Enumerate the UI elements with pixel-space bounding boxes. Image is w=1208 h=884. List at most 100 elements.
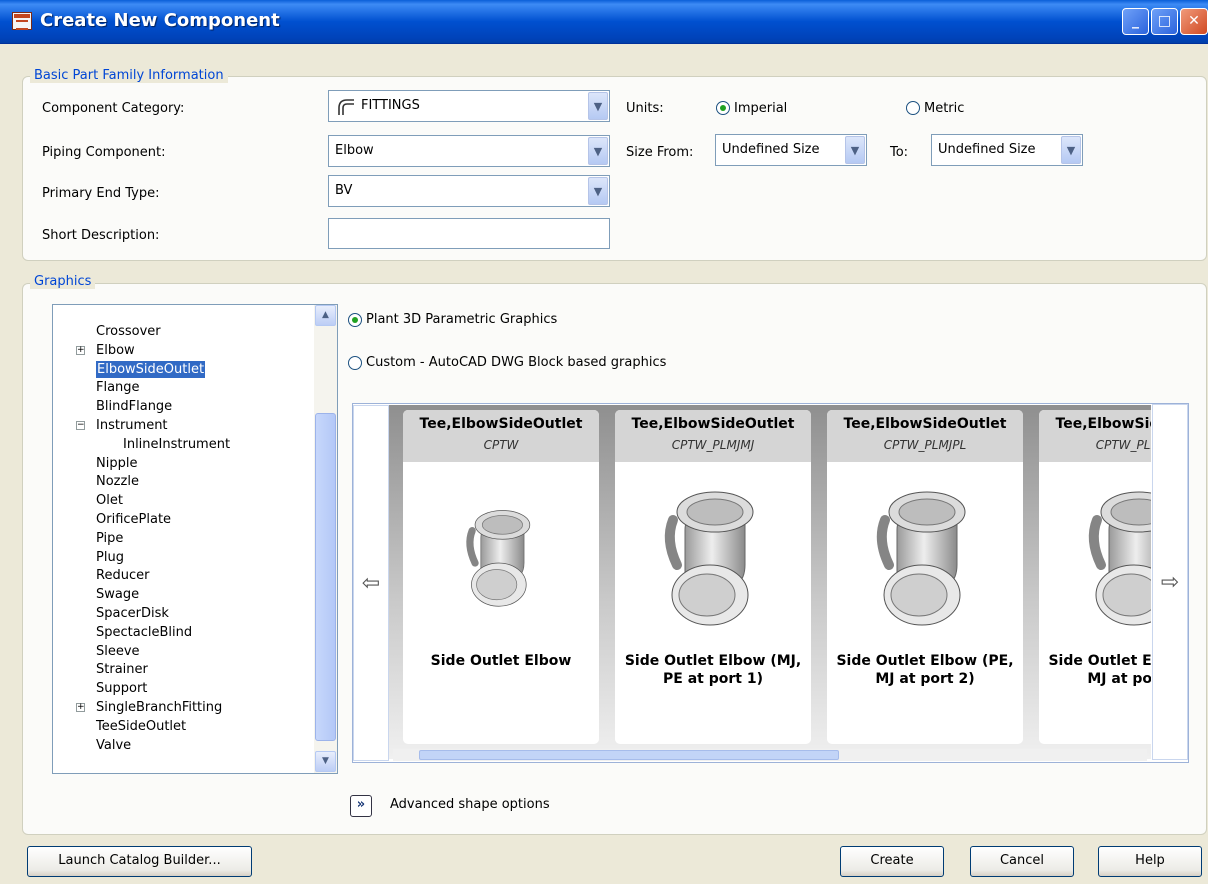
card-code: CPTW_PLMJMJ	[671, 438, 755, 452]
card-title: Tee,ElbowSideOutlet	[631, 416, 795, 432]
parametric-graphics-radio[interactable]	[348, 313, 362, 327]
gallery-hscrollbar[interactable]	[393, 749, 1147, 761]
window-title: Create New Component	[40, 10, 280, 31]
units-imperial-label[interactable]: Imperial	[734, 101, 787, 116]
size-from-value: Undefined Size	[722, 142, 820, 157]
size-to-combo[interactable]: Undefined Size ▼	[931, 134, 1083, 166]
prev-arrow-icon[interactable]: ⇦	[353, 405, 389, 761]
card-header: Tee,ElbowSideOutlet CPTW	[403, 410, 599, 462]
card-header: Tee,ElbowSideOutlet CPTW_PLMJMJ	[615, 410, 811, 462]
chevron-down-icon[interactable]: ▼	[588, 137, 608, 165]
chevron-down-icon[interactable]: ▼	[845, 136, 865, 164]
tree-item[interactable]: TeeSideOutlet	[96, 718, 186, 735]
short-description-label: Short Description:	[42, 228, 160, 243]
chevron-down-icon[interactable]: ▼	[1061, 136, 1081, 164]
piping-component-label: Piping Component:	[42, 145, 166, 160]
tree-item[interactable]: Support	[96, 680, 147, 697]
tree-item[interactable]: Olet	[96, 492, 123, 509]
elbow-3d-icon	[1039, 470, 1151, 640]
component-category-combo[interactable]: FITTINGS ▼	[328, 90, 610, 122]
custom-graphics-radio[interactable]	[348, 356, 362, 370]
card-title: Tee,ElbowSideOutlet	[419, 416, 583, 432]
advanced-expand-button[interactable]: »	[350, 795, 372, 817]
size-to-label: To:	[890, 145, 909, 160]
close-button[interactable]: ✕	[1180, 8, 1208, 35]
expand-icon[interactable]: +	[76, 345, 85, 355]
tree-item[interactable]: Strainer	[96, 661, 148, 678]
tree-item[interactable]: Nozzle	[96, 473, 139, 490]
primary-end-type-value: BV	[335, 183, 353, 198]
card-caption: Side Outlet Elbow (PE, MJ at port 2)	[836, 653, 1014, 687]
piping-component-value: Elbow	[335, 143, 374, 158]
tree-item[interactable]: Flange	[96, 379, 140, 396]
tree-item[interactable]: SingleBranchFitting	[96, 699, 222, 716]
card-caption: Side Outlet Elbow (MJ, PE at port 1)	[624, 653, 802, 687]
piping-component-combo[interactable]: Elbow ▼	[328, 135, 610, 167]
tree-item[interactable]: InlineInstrument	[123, 436, 230, 453]
scroll-thumb[interactable]	[315, 413, 336, 741]
launch-catalog-builder-button[interactable]: Launch Catalog Builder...	[27, 846, 252, 877]
primary-end-type-label: Primary End Type:	[42, 186, 160, 201]
units-imperial-radio[interactable]	[716, 101, 730, 115]
tree-item[interactable]: Swage	[96, 586, 139, 603]
card-code: CPTW	[483, 438, 519, 452]
elbow-3d-icon	[403, 470, 599, 640]
basic-info-group	[22, 76, 1207, 261]
tree-item[interactable]: Reducer	[96, 567, 149, 584]
next-arrow-icon[interactable]: ⇨	[1152, 404, 1188, 760]
graphics-card[interactable]: Tee,ElbowSideOutlet CPTW_PLPLMJ Side Outle…	[1039, 410, 1151, 744]
fitting-icon	[338, 99, 354, 115]
units-metric-label[interactable]: Metric	[924, 101, 964, 116]
units-label: Units:	[626, 101, 664, 116]
card-header: Tee,ElbowSideOutlet CPTW_PLPLMJ	[1039, 410, 1151, 462]
tree-item[interactable]: Valve	[96, 737, 131, 754]
tree-scrollbar[interactable]: ▲ ▼	[314, 305, 337, 773]
card-code: CPTW_PLMJPL	[883, 438, 967, 452]
custom-graphics-label[interactable]: Custom - AutoCAD DWG Block based graphic…	[366, 355, 666, 370]
primary-end-type-combo[interactable]: BV ▼	[328, 175, 610, 207]
tree-item[interactable]: Crossover	[96, 323, 161, 340]
card-title: Tee,ElbowSideOutlet	[1055, 416, 1151, 432]
tree-item[interactable]: Pipe	[96, 530, 123, 547]
parametric-graphics-label[interactable]: Plant 3D Parametric Graphics	[366, 312, 557, 327]
tree-item[interactable]: SpacerDisk	[96, 605, 169, 622]
scroll-down-icon[interactable]: ▼	[315, 751, 336, 772]
advanced-shape-label: Advanced shape options	[390, 797, 550, 812]
minimize-button[interactable]: _	[1122, 8, 1149, 35]
chevron-down-icon[interactable]: ▼	[588, 177, 608, 205]
tree-item[interactable]: ElbowSideOutlet	[96, 360, 206, 378]
tree-item[interactable]: OrificePlate	[96, 511, 171, 528]
card-header: Tee,ElbowSideOutlet CPTW_PLMJPL	[827, 410, 1023, 462]
maximize-button[interactable]: □	[1151, 8, 1178, 35]
tree-item[interactable]: Elbow	[96, 342, 135, 359]
collapse-icon[interactable]: −	[76, 421, 85, 430]
short-description-input[interactable]	[328, 218, 610, 249]
size-from-label: Size From:	[626, 145, 694, 160]
component-category-value: FITTINGS	[361, 98, 420, 113]
scroll-up-icon[interactable]: ▲	[315, 305, 336, 326]
title-bar: Create New Component _ □ ✕	[0, 0, 1208, 44]
hscroll-thumb[interactable]	[419, 750, 839, 760]
dialog-icon	[12, 12, 32, 30]
tree-item[interactable]: Instrument	[96, 417, 168, 434]
tree-item[interactable]: Plug	[96, 549, 124, 566]
chevron-down-icon[interactable]: ▼	[588, 92, 608, 120]
expand-icon[interactable]: +	[76, 703, 85, 712]
help-button[interactable]: Help	[1098, 846, 1202, 877]
cancel-button[interactable]: Cancel	[970, 846, 1074, 877]
basic-info-legend: Basic Part Family Information	[30, 68, 228, 83]
card-caption: Side Outlet Elbow (PE, MJ at port 3)	[1048, 653, 1151, 687]
elbow-3d-icon	[827, 470, 1023, 640]
tree-item[interactable]: SpectacleBlind	[96, 624, 192, 641]
component-tree[interactable]: Crossover + Elbow ElbowSideOutlet Flange Blin…	[52, 304, 338, 774]
tree-item[interactable]: Nipple	[96, 455, 137, 472]
size-from-combo[interactable]: Undefined Size ▼	[715, 134, 867, 166]
tree-item[interactable]: Sleeve	[96, 643, 140, 660]
graphics-card[interactable]: Tee,ElbowSideOutlet CPTW_PLMJMJ Side Outle…	[615, 410, 811, 744]
graphics-card[interactable]: Tee,ElbowSideOutlet CPTW Side Outlet Elbow	[403, 410, 599, 744]
tree-item[interactable]: BlindFlange	[96, 398, 172, 415]
create-button[interactable]: Create	[840, 846, 944, 877]
units-metric-radio[interactable]	[906, 101, 920, 115]
graphics-card[interactable]: Tee,ElbowSideOutlet CPTW_PLMJPL Side Outle…	[827, 410, 1023, 744]
card-title: Tee,ElbowSideOutlet	[843, 416, 1007, 432]
